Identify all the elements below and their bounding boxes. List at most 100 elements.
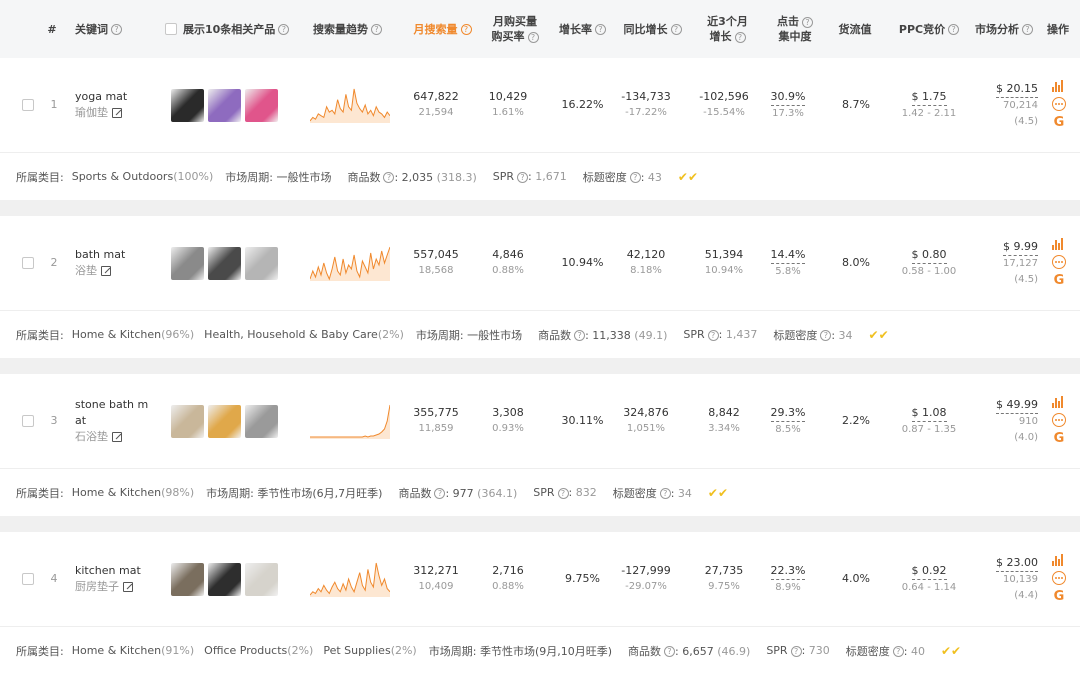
- ppc-link[interactable]: $ 1.08: [911, 405, 947, 422]
- header-growth[interactable]: 增长率?: [550, 0, 615, 58]
- more-icon[interactable]: [1052, 255, 1066, 269]
- market-price-link[interactable]: $ 9.99: [1003, 239, 1038, 256]
- check-icon[interactable]: ✔✔: [941, 644, 961, 658]
- edit-icon[interactable]: [112, 108, 122, 118]
- row-checkbox[interactable]: [22, 573, 34, 585]
- header-click[interactable]: 点击? 集中度: [765, 0, 825, 58]
- category-link[interactable]: Home & Kitchen: [72, 486, 161, 499]
- keyword-link[interactable]: yoga mat: [75, 89, 153, 105]
- help-icon[interactable]: ?: [734, 31, 746, 43]
- product-thumbnail[interactable]: [244, 246, 278, 280]
- help-icon[interactable]: ?: [278, 23, 290, 35]
- product-thumbnail[interactable]: [170, 562, 204, 596]
- click-concentration-link[interactable]: 14.4%: [770, 247, 806, 264]
- header-recent3[interactable]: 近3个月 增长?: [690, 0, 765, 58]
- product-thumbnail[interactable]: [244, 404, 278, 438]
- help-icon[interactable]: ?: [892, 646, 904, 657]
- product-thumbnail[interactable]: [207, 246, 241, 280]
- more-icon[interactable]: [1052, 97, 1066, 111]
- help-icon[interactable]: ?: [670, 23, 682, 35]
- row-checkbox[interactable]: [22, 99, 34, 111]
- help-icon[interactable]: ?: [595, 23, 606, 35]
- google-icon[interactable]: G: [1054, 590, 1065, 604]
- help-icon[interactable]: ?: [111, 23, 122, 35]
- bar-chart-icon[interactable]: [1052, 238, 1066, 250]
- header-monthly-search[interactable]: 月搜索量?: [405, 0, 480, 58]
- ppc-link[interactable]: $ 0.80: [911, 247, 947, 264]
- header-yoy[interactable]: 同比增长?: [615, 0, 690, 58]
- edit-icon[interactable]: [123, 582, 133, 592]
- category-link[interactable]: Pet Supplies: [323, 644, 390, 657]
- recent3-cell: -102,596 -15.54%: [699, 90, 749, 118]
- product-thumbnail[interactable]: [207, 88, 241, 122]
- help-icon[interactable]: ?: [948, 23, 960, 35]
- help-icon[interactable]: ?: [659, 488, 671, 499]
- keyword-link[interactable]: bath mat: [75, 247, 153, 263]
- show-products-checkbox[interactable]: [165, 23, 177, 35]
- product-thumbnail[interactable]: [170, 88, 204, 122]
- help-icon[interactable]: ?: [820, 330, 832, 341]
- row-checkbox[interactable]: [22, 257, 34, 269]
- ppc-link[interactable]: $ 0.92: [911, 563, 947, 580]
- category-link[interactable]: Home & Kitchen: [72, 644, 161, 657]
- edit-icon[interactable]: [112, 432, 122, 442]
- click-concentration-link[interactable]: 30.9%: [770, 89, 806, 106]
- keyword-link[interactable]: stone bath mat: [75, 397, 153, 429]
- category-link[interactable]: Health, Household & Baby Care: [204, 328, 378, 341]
- market-price-link[interactable]: $ 23.00: [996, 555, 1038, 572]
- market-price-link[interactable]: $ 49.99: [996, 397, 1038, 414]
- category-link[interactable]: Office Products: [204, 644, 287, 657]
- help-icon[interactable]: ?: [574, 330, 586, 341]
- click-concentration-link[interactable]: 29.3%: [770, 405, 806, 422]
- help-icon[interactable]: ?: [371, 23, 382, 35]
- search-trend-sparkline[interactable]: [310, 87, 390, 123]
- google-icon[interactable]: G: [1054, 274, 1065, 288]
- header-trend[interactable]: 搜索量趋势?: [300, 0, 395, 58]
- help-icon[interactable]: ?: [629, 172, 641, 183]
- header-keyword[interactable]: 关键词?: [75, 0, 160, 58]
- check-icon[interactable]: ✔✔: [708, 486, 728, 500]
- google-icon[interactable]: G: [1054, 116, 1065, 130]
- help-icon[interactable]: ?: [383, 172, 395, 183]
- product-thumbnail[interactable]: [170, 404, 204, 438]
- click-concentration-link[interactable]: 22.3%: [770, 563, 806, 580]
- header-market[interactable]: 市场分析?: [968, 0, 1040, 58]
- header-ppc[interactable]: PPC竞价?: [893, 0, 965, 58]
- google-icon[interactable]: G: [1054, 432, 1065, 446]
- bar-chart-icon[interactable]: [1052, 554, 1066, 566]
- check-icon[interactable]: ✔✔: [869, 328, 889, 342]
- bar-chart-icon[interactable]: [1052, 80, 1066, 92]
- help-icon[interactable]: ?: [460, 23, 472, 35]
- product-thumbnail[interactable]: [170, 246, 204, 280]
- header-monthly-buy[interactable]: 月购买量 购买率?: [480, 0, 550, 58]
- more-icon[interactable]: [1052, 571, 1066, 585]
- search-trend-sparkline[interactable]: [310, 561, 390, 597]
- ppc-link[interactable]: $ 1.75: [911, 89, 947, 106]
- help-icon[interactable]: ?: [517, 171, 528, 183]
- product-thumbnail[interactable]: [244, 88, 278, 122]
- check-icon[interactable]: ✔✔: [678, 170, 698, 184]
- product-thumbnail[interactable]: [207, 404, 241, 438]
- help-icon[interactable]: ?: [802, 16, 813, 28]
- help-icon[interactable]: ?: [557, 487, 569, 499]
- bar-chart-icon[interactable]: [1052, 396, 1066, 408]
- help-icon[interactable]: ?: [1022, 23, 1033, 35]
- category-link[interactable]: Sports & Outdoors: [72, 170, 173, 183]
- help-icon[interactable]: ?: [790, 645, 802, 657]
- market-price-link[interactable]: $ 20.15: [996, 81, 1038, 98]
- help-icon[interactable]: ?: [664, 646, 676, 657]
- row-checkbox[interactable]: [22, 415, 34, 427]
- search-trend-sparkline[interactable]: [310, 403, 390, 439]
- help-icon[interactable]: ?: [707, 329, 719, 341]
- edit-icon[interactable]: [101, 266, 111, 276]
- more-icon[interactable]: [1052, 413, 1066, 427]
- help-icon[interactable]: ?: [527, 31, 539, 43]
- product-thumbnail[interactable]: [207, 562, 241, 596]
- search-trend-sparkline[interactable]: [310, 245, 390, 281]
- product-thumbnail[interactable]: [244, 562, 278, 596]
- category-link[interactable]: Home & Kitchen: [72, 328, 161, 341]
- header-flow[interactable]: 货流值: [825, 0, 885, 58]
- keyword-link[interactable]: kitchen mat: [75, 563, 153, 579]
- header-show-products[interactable]: 展示10条相关产品?: [165, 0, 300, 58]
- help-icon[interactable]: ?: [434, 488, 446, 499]
